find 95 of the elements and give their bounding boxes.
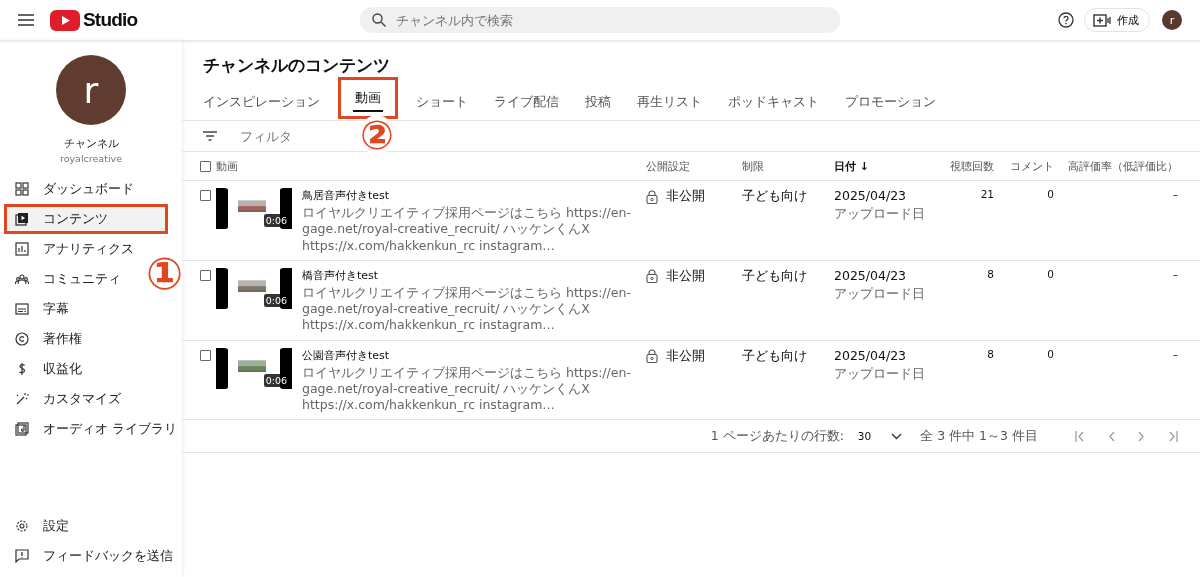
views-count: 8	[986, 347, 994, 360]
tab[interactable]: ポッドキャスト	[720, 85, 827, 120]
like-ratio: –	[1171, 347, 1178, 360]
video-icon	[15, 212, 29, 226]
tab[interactable]: ライブ配信	[486, 85, 567, 120]
like-ratio: –	[1171, 267, 1178, 280]
chevron-down-icon	[891, 432, 903, 440]
sidebar-item[interactable]: コンテンツ	[4, 204, 168, 234]
duration-badge: 0:06	[263, 214, 289, 227]
like-ratio: –	[1171, 188, 1178, 200]
chart-icon	[15, 242, 29, 256]
sidebar-item[interactable]: 設定	[0, 511, 73, 541]
checkbox[interactable]	[200, 269, 211, 281]
annotation-number: ②	[360, 115, 394, 155]
lock-icon	[646, 189, 658, 204]
date-note: アップロード日	[834, 365, 926, 383]
add-video-icon	[1093, 13, 1111, 27]
dashboard-icon	[15, 182, 29, 196]
create-button[interactable]: 作成	[1084, 8, 1150, 32]
channel-name: チャンネル	[63, 136, 119, 151]
visibility-text[interactable]: 非公開	[666, 347, 705, 365]
tab[interactable]: 再生リスト	[629, 85, 710, 120]
avatar[interactable]: r	[1162, 10, 1182, 30]
video-description: ロイヤルクリエイティブ採用ページはこちら https://en-gage.net/royal-creative_recruit/ ハッケンくんX https://x.com/hakkenkun_rc instagram…	[302, 284, 632, 334]
date-text: 2025/04/23	[834, 267, 908, 283]
last-page-icon[interactable]	[1168, 430, 1178, 442]
first-page-icon[interactable]	[1075, 430, 1085, 442]
comments-count: 0	[1046, 267, 1054, 280]
tab[interactable]: ショート	[408, 85, 476, 120]
subtitles-icon	[15, 302, 29, 316]
search-icon	[372, 13, 386, 27]
search-field[interactable]: チャンネル内で検索	[360, 7, 840, 33]
rows-per-page-label: 1 ページあたりの行数:	[710, 427, 844, 445]
visibility-text[interactable]: 非公開	[666, 188, 705, 205]
settings-icon	[15, 519, 29, 533]
menu-icon[interactable]	[18, 14, 34, 26]
restriction-text: 子ども向け	[742, 267, 808, 285]
date-text: 2025/04/23	[834, 347, 908, 363]
column-header[interactable]: 視聴回数	[940, 158, 994, 174]
lock-icon	[646, 269, 658, 284]
play-logo-icon	[50, 9, 80, 31]
video-title[interactable]: 橋音声付きtest	[302, 267, 646, 283]
restriction-text: 子ども向け	[742, 188, 808, 205]
video-title[interactable]: 公園音声付きtest	[302, 347, 646, 363]
sidebar-item[interactable]: オーディオ ライブラリ	[0, 414, 181, 444]
people-icon	[15, 272, 29, 286]
checkbox[interactable]	[200, 349, 211, 361]
copyright-icon	[15, 332, 29, 346]
feedback-icon	[15, 549, 29, 563]
lock-icon	[646, 349, 658, 363]
channel-handle: royalcreative	[60, 153, 122, 164]
comments-count: 0	[1046, 347, 1054, 360]
video-description: ロイヤルクリエイティブ採用ページはこちら https://en-gage.net/royal-creative_recruit/ ハッケンくんX https://x.com/hakkenkun_rc instagram…	[302, 205, 632, 254]
tab[interactable]: インスピレーション	[203, 85, 328, 120]
video-title[interactable]: 鳥居音声付きtest	[302, 188, 646, 203]
comments-count: 0	[1046, 188, 1054, 200]
sidebar-item[interactable]: 著作権	[0, 324, 86, 354]
sidebar-item[interactable]: コミュニティ	[0, 264, 125, 294]
tab[interactable]: 投稿	[577, 85, 619, 120]
views-count: 21	[979, 188, 994, 200]
music-icon	[15, 422, 29, 436]
views-count: 8	[986, 267, 994, 280]
page-range: 全 3 件中 1～3 件目	[920, 427, 1038, 445]
wand-icon	[15, 392, 29, 406]
tab[interactable]: 動画	[338, 77, 398, 119]
help-icon[interactable]	[1058, 12, 1074, 28]
restriction-text: 子ども向け	[742, 347, 808, 365]
sidebar-item[interactable]: 字幕	[0, 294, 73, 324]
logo-text: Studio	[83, 9, 138, 31]
column-header[interactable]: コメント	[994, 158, 1054, 174]
sidebar-item[interactable]: カスタマイズ	[0, 384, 125, 414]
visibility-text[interactable]: 非公開	[666, 267, 705, 285]
date-note: アップロード日	[834, 285, 926, 303]
sidebar-item[interactable]: フィードバックを送信	[0, 541, 177, 571]
date-text: 2025/04/23	[834, 188, 908, 203]
rows-per-page-dropdown[interactable]: 30	[857, 430, 903, 443]
column-header[interactable]: 高評価率（低評価比）	[1054, 158, 1178, 174]
sidebar-item[interactable]: アナリティクス	[0, 234, 138, 264]
page-title: チャンネルのコンテンツ	[203, 54, 391, 77]
next-page-icon[interactable]	[1138, 430, 1145, 442]
column-header[interactable]: 動画	[216, 158, 646, 174]
date-note: アップロード日	[834, 206, 926, 223]
checkbox[interactable]	[200, 160, 211, 172]
sidebar-item[interactable]: 収益化	[0, 354, 86, 384]
checkbox[interactable]	[200, 190, 211, 201]
column-header[interactable]: 公開設定	[646, 158, 742, 174]
column-header[interactable]: 制限	[742, 158, 834, 174]
video-description: ロイヤルクリエイティブ採用ページはこちら https://en-gage.net/royal-creative_recruit/ ハッケンくんX https://x.com/hakkenkun_rc instagram…	[302, 364, 632, 414]
channel-avatar[interactable]: r	[56, 55, 126, 125]
filter-field[interactable]: フィルタ	[238, 127, 362, 145]
filter-icon[interactable]	[203, 131, 217, 141]
tab[interactable]: プロモーション	[837, 85, 944, 120]
column-header[interactable]: 日付 ↓	[834, 158, 940, 174]
sidebar-item[interactable]: ダッシュボード	[0, 174, 138, 204]
previous-page-icon[interactable]	[1108, 430, 1115, 442]
